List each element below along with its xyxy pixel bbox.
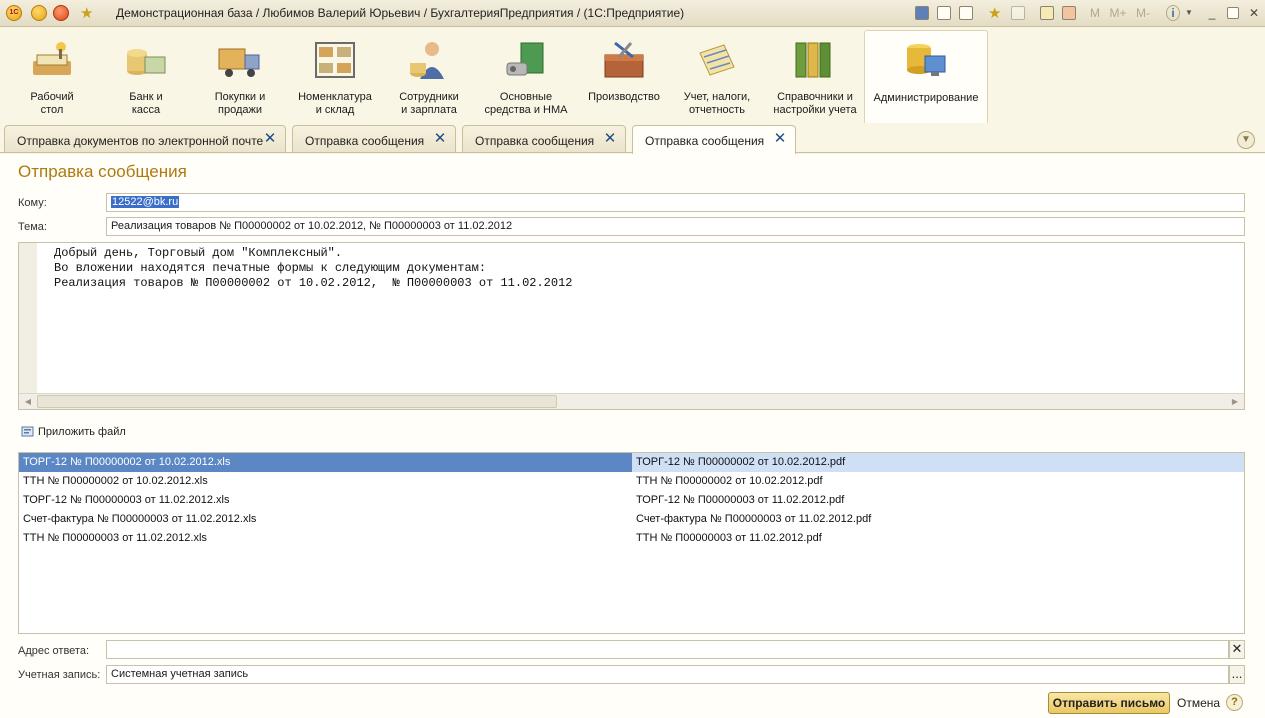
file-xls[interactable]: ТОРГ-12 № П00000003 от 11.02.2012.xls [23, 494, 230, 506]
section-bank[interactable]: Банк и касса [112, 30, 180, 120]
scroll-right-icon[interactable]: ▶ [1229, 396, 1241, 408]
message-body-text: Добрый день, Торговый дом "Комплексный".… [54, 246, 573, 290]
clear-reply-button[interactable]: ✕ [1229, 640, 1245, 659]
account-field[interactable]: Системная учетная запись [106, 665, 1229, 684]
info-icon[interactable]: i [1166, 5, 1180, 21]
section-desktop[interactable]: Рабочий стол [18, 30, 86, 120]
close-icon[interactable]: ✕ [263, 131, 277, 146]
title-bar: 1С ★ Демонстрационная база / Любимов Вал… [0, 0, 1265, 27]
employee-icon [410, 42, 444, 79]
section-catalogs[interactable]: Справочники и настройки учета [766, 30, 864, 120]
history-icon[interactable] [1011, 6, 1025, 20]
tab-send-message-3[interactable]: Отправка сообщения ✕ [632, 125, 796, 155]
memory-m-button[interactable]: M [1088, 5, 1102, 21]
window-title: Демонстрационная база / Любимов Валерий … [116, 6, 685, 20]
list-item[interactable]: ТОРГ-12 № П00000003 от 11.02.2012.xls ТО… [19, 491, 1244, 510]
save-icon[interactable] [915, 6, 929, 20]
tab-send-message-1[interactable]: Отправка сообщения ✕ [292, 125, 456, 153]
editor-gutter [19, 243, 37, 393]
section-assets[interactable]: Основные средства и НМА [478, 30, 574, 120]
section-administration[interactable]: Администрирование [864, 30, 988, 123]
reports-icon [699, 44, 735, 76]
send-button[interactable]: Отправить письмо [1048, 692, 1170, 714]
file-pdf[interactable]: Счет-фактура № П00000003 от 11.02.2012.p… [636, 513, 871, 525]
close-icon[interactable]: ✕ [603, 131, 617, 146]
warehouse-icon [315, 42, 355, 78]
info-dropdown-icon[interactable]: ▼ [1184, 5, 1194, 21]
page-title: Отправка сообщения [18, 162, 187, 181]
minimize-button[interactable]: _ [1205, 5, 1219, 21]
tabs-menu-button[interactable]: ▼ [1237, 131, 1255, 149]
attach-file-button[interactable]: Приложить файл [21, 426, 126, 442]
list-item[interactable]: ТТН № П00000003 от 11.02.2012.xls ТТН № … [19, 529, 1244, 548]
help-icon[interactable]: ? [1226, 694, 1243, 711]
tab-send-message-2[interactable]: Отправка сообщения ✕ [462, 125, 626, 153]
file-pdf[interactable]: ТОРГ-12 № П00000003 от 11.02.2012.pdf [636, 494, 844, 506]
file-pdf[interactable]: ТОРГ-12 № П00000002 от 10.02.2012.pdf [636, 456, 845, 468]
scroll-left-icon[interactable]: ◀ [22, 396, 34, 408]
admin-icon [907, 44, 946, 76]
calendar-icon[interactable] [1062, 6, 1076, 20]
to-label: Кому: [18, 197, 47, 209]
reply-address-label: Адрес ответа: [18, 645, 90, 657]
menu-dropdown-icon[interactable] [31, 5, 47, 21]
memory-minus-button[interactable]: M- [1133, 5, 1153, 21]
scroll-thumb[interactable] [37, 395, 557, 408]
assets-icon [506, 42, 544, 76]
message-body-editor[interactable]: Добрый день, Торговый дом "Комплексный".… [18, 242, 1245, 410]
account-label: Учетная запись: [18, 669, 101, 681]
subject-label: Тема: [18, 221, 47, 233]
send-message-form: Отправка сообщения Кому: 12522@bk.ru Тем… [0, 154, 1265, 718]
file-pdf[interactable]: ТТН № П00000003 от 11.02.2012.pdf [636, 532, 822, 544]
toolbox-icon [604, 41, 644, 78]
open-windows-tabs: Отправка документов по электронной почте… [0, 123, 1265, 155]
cancel-link[interactable]: Отмена [1177, 696, 1220, 710]
desktop-icon [33, 42, 71, 75]
print-icon[interactable] [937, 6, 951, 20]
subject-field[interactable]: Реализация товаров № П00000002 от 10.02.… [106, 217, 1245, 236]
memory-plus-button[interactable]: M+ [1108, 5, 1128, 21]
stop-icon[interactable] [53, 5, 69, 21]
add-favorite-icon[interactable]: ★ [988, 4, 1001, 22]
tab-email-documents[interactable]: Отправка документов по электронной почте… [4, 125, 286, 153]
to-field[interactable]: 12522@bk.ru [106, 193, 1245, 212]
truck-icon [218, 48, 260, 77]
list-item[interactable]: Счет-фактура № П00000003 от 11.02.2012.x… [19, 510, 1244, 529]
sections-panel: Рабочий стол Банк и касса Покупки и продажи… [0, 27, 1265, 123]
list-item[interactable]: ТОРГ-12 № П00000002 от 10.02.2012.xls ТО… [19, 453, 1244, 472]
file-xls[interactable]: ТТН № П00000002 от 10.02.2012.xls [23, 475, 208, 487]
bank-icon [127, 49, 166, 75]
favorite-star-icon[interactable]: ★ [80, 4, 93, 22]
section-purchases[interactable]: Покупки и продажи [206, 30, 274, 120]
file-pdf[interactable]: ТТН № П00000002 от 10.02.2012.pdf [636, 475, 823, 487]
file-xls[interactable]: ТТН № П00000003 от 11.02.2012.xls [23, 532, 207, 544]
section-employees[interactable]: Сотрудники и зарплата [394, 30, 464, 120]
section-reports[interactable]: Учет, налоги, отчетность [676, 30, 758, 120]
section-production[interactable]: Производство [584, 30, 664, 120]
file-xls[interactable]: ТОРГ-12 № П00000002 от 10.02.2012.xls [23, 456, 230, 468]
to-value: 12522@bk.ru [111, 196, 180, 208]
attach-icon [21, 426, 34, 437]
list-item[interactable]: ТТН № П00000002 от 10.02.2012.xls ТТН № … [19, 472, 1244, 491]
binders-icon [795, 42, 831, 78]
section-inventory[interactable]: Номенклатура и склад [292, 30, 378, 120]
attachments-list[interactable]: ТОРГ-12 № П00000002 от 10.02.2012.xls ТО… [18, 452, 1245, 634]
app-logo-icon[interactable]: 1С [6, 5, 22, 21]
close-window-button[interactable]: ✕ [1247, 5, 1261, 21]
preview-icon[interactable] [959, 6, 973, 20]
maximize-button[interactable] [1227, 7, 1239, 19]
reply-address-field[interactable] [106, 640, 1229, 659]
file-xls[interactable]: Счет-фактура № П00000003 от 11.02.2012.x… [23, 513, 256, 525]
account-select-button[interactable]: ... [1229, 665, 1245, 684]
calculator-icon[interactable] [1040, 6, 1054, 20]
close-icon[interactable]: ✕ [433, 131, 447, 146]
horizontal-scrollbar[interactable]: ◀ ▶ [19, 393, 1244, 409]
close-icon[interactable]: ✕ [773, 131, 787, 146]
